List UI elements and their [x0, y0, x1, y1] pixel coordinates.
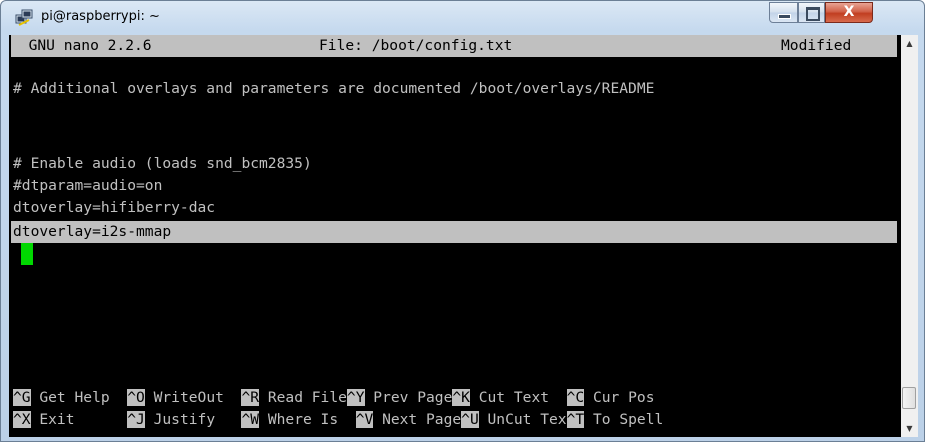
shortcut-label-uncut-text[interactable]: UnCut Tex [479, 411, 567, 428]
putty-icon[interactable] [15, 9, 33, 27]
shortcut-label-prev-page[interactable]: Prev Page [365, 389, 452, 406]
shortcut-label-where-is[interactable]: Where Is [259, 411, 356, 428]
arrow-down-icon: ▼ [906, 424, 913, 433]
editor-line: #dtparam=audio=on [13, 177, 163, 194]
scroll-down-button[interactable]: ▼ [901, 420, 918, 437]
shortcut-key-prev-page[interactable]: ^Y [346, 389, 365, 406]
shortcut-key-cur-pos[interactable]: ^C [566, 389, 585, 406]
shortcut-key-read-file[interactable]: ^R [241, 389, 260, 406]
shortcut-label-read-file[interactable]: Read File [259, 389, 347, 406]
shortcut-label-next-page[interactable]: Next Page [373, 411, 461, 428]
vertical-scrollbar[interactable]: ▲ ▼ [901, 35, 918, 437]
text-cursor [21, 243, 33, 265]
terminal-screen[interactable]: GNU nano 2.2.6 File: /boot/config.txt Modi… [9, 35, 901, 437]
nano-header: GNU nano 2.2.6 File: /boot/config.txt Modi… [11, 35, 897, 57]
title-bar[interactable]: pi@raspberrypi: ~ X [1, 1, 924, 35]
shortcut-label-exit[interactable]: Exit [31, 411, 128, 428]
arrow-up-icon: ▲ [906, 39, 913, 48]
minimize-button[interactable] [769, 2, 798, 23]
shortcut-label-justify[interactable]: Justify [145, 411, 242, 428]
shortcut-row-2: ^X Exit ^J Justify ^W Where Is ^V Next P… [13, 409, 663, 431]
shortcut-key-where-is[interactable]: ^W [241, 411, 260, 428]
window-title: pi@raspberrypi: ~ [41, 9, 160, 24]
nano-version: GNU nano 2.2.6 [11, 37, 152, 54]
shortcut-key-get-help[interactable]: ^G [13, 389, 31, 406]
minimize-icon [778, 14, 791, 19]
shortcut-key-exit[interactable]: ^X [13, 411, 31, 428]
terminal-client-area: GNU nano 2.2.6 File: /boot/config.txt Modi… [9, 35, 918, 437]
shortcut-label-cut-text[interactable]: Cut Text [470, 389, 567, 406]
shortcut-key-cut-text[interactable]: ^K [452, 389, 470, 406]
shortcut-label-cur-pos[interactable]: Cur Pos [584, 389, 655, 406]
scroll-up-button[interactable]: ▲ [901, 35, 918, 52]
close-button[interactable]: X [825, 2, 873, 23]
editor-line: dtoverlay=hifiberry-dac [13, 199, 216, 216]
maximize-button[interactable] [798, 2, 825, 23]
scrollbar-thumb[interactable] [902, 387, 916, 409]
putty-window: pi@raspberrypi: ~ X GNU nano 2.2.6 File: … [0, 0, 925, 442]
shortcut-key-justify[interactable]: ^J [127, 411, 145, 428]
nano-filename: File: /boot/config.txt [319, 37, 513, 54]
shortcut-label-writeout[interactable]: WriteOut [145, 389, 242, 406]
editor-line: # Enable audio (loads snd_bcm2835) [13, 155, 312, 172]
shortcut-key-uncut-text[interactable]: ^U [461, 411, 479, 428]
maximize-icon [806, 7, 820, 21]
shortcut-key-writeout[interactable]: ^O [127, 389, 145, 406]
shortcut-label-get-help[interactable]: Get Help [31, 389, 128, 406]
editor-line-selected: dtoverlay=i2s-mmap [13, 223, 172, 240]
shortcut-key-to-spell[interactable]: ^T [566, 411, 585, 428]
editor-line: # Additional overlays and parameters are… [13, 80, 655, 97]
shortcut-row-1: ^G Get Help ^O WriteOut ^R Read File^Y P… [13, 387, 654, 409]
shortcut-label-to-spell[interactable]: To Spell [584, 411, 663, 428]
nano-status: Modified [781, 37, 861, 54]
close-icon: X [843, 4, 855, 20]
shortcut-key-next-page[interactable]: ^V [355, 411, 374, 428]
